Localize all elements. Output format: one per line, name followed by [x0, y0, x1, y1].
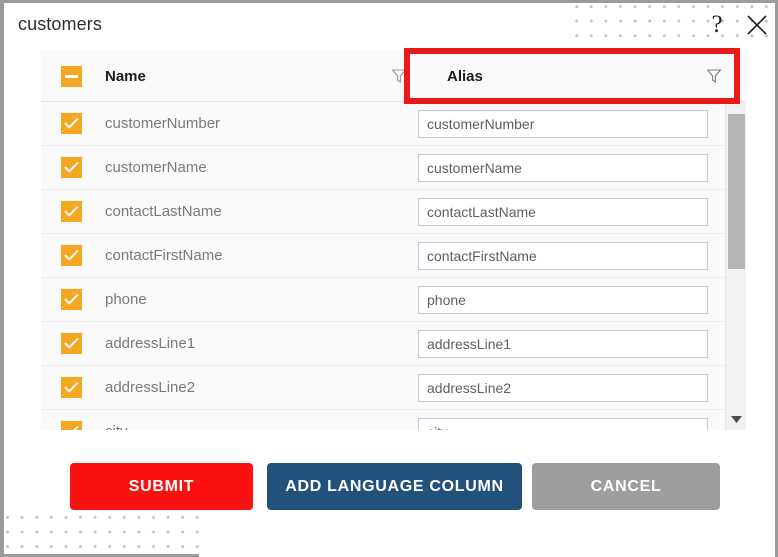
row-select-checkbox[interactable]	[61, 289, 82, 310]
help-question-icon[interactable]: ?	[704, 11, 730, 39]
chevron-down-icon[interactable]	[726, 408, 746, 430]
row-column-name: contactFirstName	[105, 234, 223, 278]
alias-input[interactable]	[418, 374, 708, 402]
dialog-titlebar: customers ?	[4, 3, 775, 47]
row-column-name: customerName	[105, 146, 207, 190]
funnel-filter-icon-name[interactable]	[391, 68, 407, 84]
row-column-name: contactLastName	[105, 190, 222, 234]
select-all-checkbox[interactable]	[61, 66, 82, 87]
row-column-name: addressLine1	[105, 322, 195, 366]
columns-grid: Name Alias customerNumbercustomerNamecon…	[41, 50, 746, 430]
row-column-name: phone	[105, 278, 147, 322]
column-header-alias-label: Alias	[447, 68, 483, 85]
grid-header-row: Name Alias	[41, 50, 746, 102]
row-select-checkbox[interactable]	[61, 377, 82, 398]
table-row: city	[41, 410, 746, 430]
alias-input[interactable]	[418, 418, 708, 430]
row-column-name: city	[105, 410, 128, 430]
submit-button[interactable]: SUBMIT	[70, 463, 253, 510]
row-select-checkbox[interactable]	[61, 113, 82, 134]
cancel-button[interactable]: CANCEL	[532, 463, 720, 510]
column-header-name[interactable]: Name	[41, 50, 419, 102]
page-title: customers	[18, 14, 102, 35]
table-row: contactFirstName	[41, 234, 746, 278]
dialog-window: customers ? Name Alias	[0, 0, 778, 557]
alias-input[interactable]	[418, 110, 708, 138]
table-row: contactLastName	[41, 190, 746, 234]
row-select-checkbox[interactable]	[61, 333, 82, 354]
add-language-column-button[interactable]: ADD LANGUAGE COLUMN	[267, 463, 522, 510]
column-header-alias[interactable]: Alias	[419, 50, 746, 102]
alias-input[interactable]	[418, 154, 708, 182]
table-row: customerName	[41, 146, 746, 190]
row-select-checkbox[interactable]	[61, 245, 82, 266]
grid-rows-viewport: customerNumbercustomerNamecontactLastNam…	[41, 102, 746, 430]
column-header-name-label: Name	[105, 68, 146, 85]
row-select-checkbox[interactable]	[61, 157, 82, 178]
alias-input[interactable]	[418, 198, 708, 226]
close-icon[interactable]	[744, 12, 770, 38]
table-row: phone	[41, 278, 746, 322]
row-column-name: addressLine2	[105, 366, 195, 410]
alias-input[interactable]	[418, 286, 708, 314]
alias-input[interactable]	[418, 242, 708, 270]
scrollbar-thumb[interactable]	[728, 114, 745, 269]
table-row: addressLine2	[41, 366, 746, 410]
row-column-name: customerNumber	[105, 102, 220, 146]
row-select-checkbox[interactable]	[61, 421, 82, 430]
dialog-footer: SUBMIT ADD LANGUAGE COLUMN CANCEL	[4, 463, 775, 523]
alias-input[interactable]	[418, 330, 708, 358]
row-select-checkbox[interactable]	[61, 201, 82, 222]
funnel-filter-icon-alias[interactable]	[706, 68, 722, 84]
table-row: addressLine1	[41, 322, 746, 366]
table-row: customerNumber	[41, 102, 746, 146]
grid-vertical-scrollbar[interactable]	[725, 102, 746, 430]
